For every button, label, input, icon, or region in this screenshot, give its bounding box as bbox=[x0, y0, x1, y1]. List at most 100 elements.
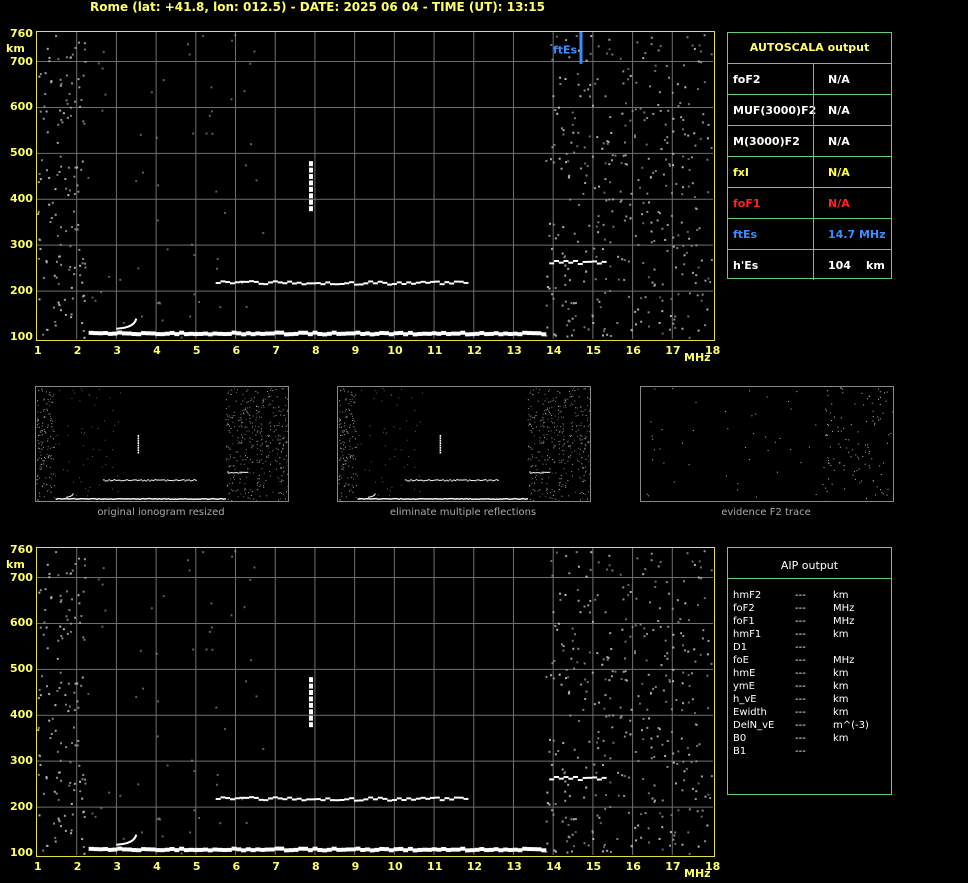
noise-dot bbox=[237, 489, 239, 491]
noise-dot bbox=[253, 472, 255, 474]
header-title: Rome (lat: +41.8, lon: 012.5) - DATE: 20… bbox=[90, 0, 545, 14]
noise-dot bbox=[833, 458, 835, 460]
autoscala-row: foF1 N/A bbox=[728, 187, 891, 218]
trace-mark bbox=[546, 471, 549, 473]
noise-dot bbox=[41, 425, 43, 427]
trace-mark bbox=[515, 498, 518, 500]
noise-dot bbox=[587, 397, 589, 399]
noise-dot bbox=[527, 459, 529, 461]
noise-dot bbox=[572, 395, 574, 397]
noise-dot bbox=[376, 392, 378, 394]
noise-dot bbox=[253, 498, 255, 500]
noise-dot bbox=[243, 413, 245, 415]
noise-dot bbox=[790, 408, 792, 410]
noise-dot bbox=[345, 409, 347, 411]
noise-dot bbox=[241, 434, 243, 436]
x-tick-label: 11 bbox=[427, 860, 443, 873]
noise-dot bbox=[50, 418, 52, 420]
noise-dot bbox=[101, 466, 103, 468]
noise-dot bbox=[585, 436, 587, 438]
trace-mark bbox=[389, 498, 392, 500]
noise-dot bbox=[242, 422, 244, 424]
noise-dot bbox=[386, 432, 388, 434]
aip-value: --- bbox=[795, 707, 806, 718]
noise-dot bbox=[282, 493, 284, 495]
noise-dot bbox=[577, 429, 579, 431]
aip-unit: km bbox=[833, 707, 849, 718]
trace-mark bbox=[204, 498, 207, 500]
autoscala-row: h'Es 104 km bbox=[728, 249, 891, 280]
noise-dot bbox=[49, 466, 51, 468]
noise-dot bbox=[530, 416, 532, 418]
noise-dot bbox=[583, 438, 585, 440]
noise-dot bbox=[856, 470, 858, 472]
noise-dot bbox=[551, 497, 553, 499]
noise-dot bbox=[251, 422, 253, 424]
trace-mark bbox=[209, 498, 212, 500]
noise-dot bbox=[845, 438, 847, 440]
noise-dot bbox=[850, 456, 852, 458]
noise-dot bbox=[48, 455, 50, 457]
noise-dot bbox=[339, 479, 341, 481]
noise-dot bbox=[252, 445, 254, 447]
trace-mark bbox=[133, 479, 135, 481]
noise-dot bbox=[352, 420, 354, 422]
noise-dot bbox=[393, 426, 395, 428]
noise-dot bbox=[249, 417, 251, 419]
noise-dot bbox=[351, 484, 353, 486]
noise-dot bbox=[353, 426, 355, 428]
noise-dot bbox=[282, 480, 284, 482]
noise-dot bbox=[551, 417, 553, 419]
noise-dot bbox=[261, 402, 263, 404]
trace-mark bbox=[64, 498, 67, 500]
noise-dot bbox=[384, 445, 386, 447]
trace-mark bbox=[213, 498, 216, 500]
noise-dot bbox=[275, 435, 277, 437]
noise-dot bbox=[352, 454, 354, 456]
trace-mark bbox=[446, 498, 449, 500]
trace-mark bbox=[154, 479, 157, 481]
trace-mark bbox=[468, 479, 471, 481]
noise-dot bbox=[571, 428, 573, 430]
noise-dot bbox=[886, 494, 888, 496]
trace-mark bbox=[471, 498, 473, 501]
noise-dot bbox=[348, 408, 350, 410]
noise-dot bbox=[262, 399, 264, 401]
noise-dot bbox=[67, 425, 69, 427]
noise-dot bbox=[559, 478, 561, 480]
trace-mark bbox=[487, 498, 489, 500]
x-tick-label: 6 bbox=[232, 344, 241, 357]
noise-dot bbox=[562, 445, 564, 447]
noise-dot bbox=[561, 485, 563, 487]
noise-dot bbox=[270, 387, 272, 389]
y-tick-label: 200 bbox=[10, 284, 33, 298]
trace-mark bbox=[484, 479, 487, 481]
noise-dot bbox=[347, 432, 349, 434]
noise-dot bbox=[559, 481, 561, 483]
noise-dot bbox=[358, 435, 360, 437]
noise-dot bbox=[542, 473, 544, 475]
noise-dot bbox=[539, 496, 541, 498]
trace-mark bbox=[186, 479, 189, 481]
noise-dot bbox=[79, 477, 81, 479]
noise-dot bbox=[286, 410, 288, 412]
noise-dot bbox=[389, 495, 391, 497]
trace-mark bbox=[467, 498, 470, 500]
noise-dot bbox=[558, 409, 560, 411]
noise-dot bbox=[857, 456, 859, 458]
trace-mark bbox=[366, 498, 369, 500]
noise-dot bbox=[848, 451, 850, 453]
noise-dot bbox=[565, 406, 567, 408]
noise-dot bbox=[341, 448, 343, 450]
noise-dot bbox=[38, 434, 40, 436]
noise-dot bbox=[539, 389, 541, 391]
trace-mark bbox=[416, 498, 418, 500]
noise-dot bbox=[348, 465, 350, 467]
noise-dot bbox=[879, 391, 881, 393]
autoscala-row: ftEs 14.7 MHz bbox=[728, 218, 891, 249]
noise-dot bbox=[343, 448, 345, 450]
noise-dot bbox=[579, 439, 581, 441]
noise-dot bbox=[37, 400, 39, 402]
noise-dot bbox=[282, 443, 284, 445]
noise-dot bbox=[537, 490, 539, 492]
